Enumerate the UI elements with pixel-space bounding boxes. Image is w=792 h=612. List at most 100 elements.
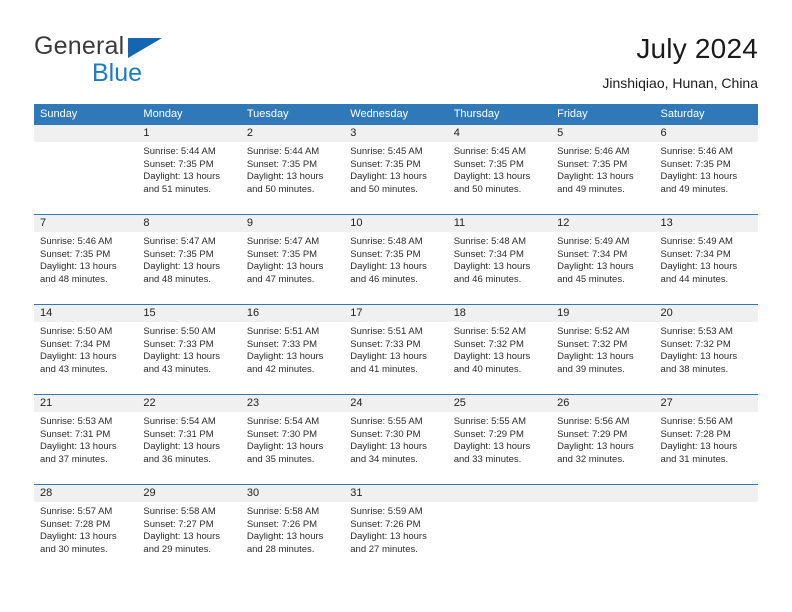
day-sun-info: Sunrise: 5:58 AM Sunset: 7:27 PM Daylight:…: [137, 502, 240, 556]
day-number: 15: [137, 305, 241, 322]
day-sun-info: Sunrise: 5:45 AM Sunset: 7:35 PM Daylight:…: [448, 142, 551, 196]
calendar-day-cell[interactable]: 31 Sunrise: 5:59 AM Sunset: 7:26 PM Dayligh…: [344, 485, 448, 574]
daylight-duration-line1: Daylight: 13 hours: [143, 531, 220, 543]
day-number: [654, 485, 758, 502]
daylight-duration-line2: and 40 minutes.: [453, 363, 522, 375]
title-block: July 2024 Jinshiqiao, Hunan, China: [602, 32, 758, 94]
calendar-day-cell[interactable]: 28 Sunrise: 5:57 AM Sunset: 7:28 PM Dayligh…: [34, 485, 138, 574]
calendar-week-row: 1 Sunrise: 5:44 AM Sunset: 7:35 PM Daylight…: [34, 125, 758, 214]
day-number: 2: [240, 125, 345, 142]
day-sun-info: Sunrise: 5:47 AM Sunset: 7:35 PM Daylight:…: [137, 232, 240, 286]
calendar-day-cell[interactable]: 26 Sunrise: 5:56 AM Sunset: 7:29 PM Dayligh…: [551, 395, 655, 484]
day-sun-info: Sunrise: 5:59 AM Sunset: 7:26 PM Daylight:…: [344, 502, 447, 556]
day-number: 29: [137, 485, 241, 502]
calendar-day-cell[interactable]: 24 Sunrise: 5:55 AM Sunset: 7:30 PM Dayligh…: [344, 395, 448, 484]
calendar-day-cell[interactable]: 23 Sunrise: 5:54 AM Sunset: 7:30 PM Dayligh…: [240, 395, 345, 484]
day-number: 6: [654, 125, 758, 142]
calendar-day-cell[interactable]: 15 Sunrise: 5:50 AM Sunset: 7:33 PM Dayligh…: [137, 305, 241, 394]
calendar-day-cell[interactable]: 29 Sunrise: 5:58 AM Sunset: 7:27 PM Dayligh…: [137, 485, 241, 574]
sunset-time: Sunset: 7:31 PM: [143, 428, 214, 440]
calendar-day-cell[interactable]: 7 Sunrise: 5:46 AM Sunset: 7:35 PM Daylight…: [34, 215, 138, 304]
calendar-day-cell[interactable]: 20 Sunrise: 5:53 AM Sunset: 7:32 PM Dayligh…: [654, 305, 758, 394]
calendar-day-cell[interactable]: 16 Sunrise: 5:51 AM Sunset: 7:33 PM Dayligh…: [240, 305, 345, 394]
sunrise-time: Sunrise: 5:46 AM: [40, 236, 113, 247]
sunrise-time: Sunrise: 5:49 AM: [660, 236, 733, 247]
calendar-day-cell[interactable]: 14 Sunrise: 5:50 AM Sunset: 7:34 PM Dayligh…: [34, 305, 138, 394]
calendar-day-cell[interactable]: 21 Sunrise: 5:53 AM Sunset: 7:31 PM Dayligh…: [34, 395, 138, 484]
calendar-day-cell[interactable]: 9 Sunrise: 5:47 AM Sunset: 7:35 PM Daylight…: [240, 215, 345, 304]
daylight-duration-line1: Daylight: 13 hours: [350, 261, 427, 273]
calendar-day-cell[interactable]: 27 Sunrise: 5:56 AM Sunset: 7:28 PM Dayligh…: [654, 395, 758, 484]
sunset-time: Sunset: 7:29 PM: [557, 428, 628, 440]
day-number: 17: [344, 305, 448, 322]
daylight-duration-line1: Daylight: 13 hours: [246, 171, 324, 183]
daylight-duration-line1: Daylight: 13 hours: [246, 261, 324, 273]
calendar-day-cell[interactable]: 2 Sunrise: 5:44 AM Sunset: 7:35 PM Daylight…: [240, 125, 345, 214]
day-sun-info: Sunrise: 5:54 AM Sunset: 7:31 PM Daylight:…: [137, 412, 240, 466]
sunrise-time: Sunrise: 5:51 AM: [246, 326, 320, 337]
calendar-day-cell[interactable]: 13 Sunrise: 5:49 AM Sunset: 7:34 PM Dayligh…: [654, 215, 758, 304]
day-sun-info: Sunrise: 5:51 AM Sunset: 7:33 PM Daylight:…: [241, 322, 344, 376]
weekday-header-thursday: Thursday: [453, 108, 500, 120]
sunset-time: Sunset: 7:35 PM: [350, 248, 421, 260]
day-number: 31: [344, 485, 448, 502]
daylight-duration-line1: Daylight: 13 hours: [557, 351, 634, 363]
sunset-time: Sunset: 7:34 PM: [557, 248, 628, 260]
calendar-day-cell[interactable]: 3 Sunrise: 5:45 AM Sunset: 7:35 PM Daylight…: [344, 125, 448, 214]
sunrise-time: Sunrise: 5:50 AM: [40, 326, 113, 337]
calendar-day-cell[interactable]: 12 Sunrise: 5:49 AM Sunset: 7:34 PM Dayligh…: [551, 215, 655, 304]
sunrise-time: Sunrise: 5:55 AM: [453, 416, 527, 427]
sunset-time: Sunset: 7:35 PM: [246, 158, 318, 170]
calendar-day-cell[interactable]: 6 Sunrise: 5:46 AM Sunset: 7:35 PM Daylight…: [654, 125, 758, 214]
day-number: 8: [137, 215, 241, 232]
day-sun-info: Sunrise: 5:47 AM Sunset: 7:35 PM Daylight:…: [241, 232, 344, 286]
sunset-time: Sunset: 7:30 PM: [350, 428, 421, 440]
calendar-day-cell[interactable]: 19 Sunrise: 5:52 AM Sunset: 7:32 PM Dayligh…: [551, 305, 655, 394]
general-blue-logo[interactable]: General Blue: [34, 32, 264, 90]
sunset-time: Sunset: 7:33 PM: [143, 338, 214, 350]
sunrise-time: Sunrise: 5:44 AM: [246, 146, 320, 157]
sunrise-time: Sunrise: 5:45 AM: [453, 146, 527, 157]
page-header: General Blue July 2024 Jinshiqiao, Hunan…: [34, 32, 758, 94]
sunset-time: Sunset: 7:32 PM: [660, 338, 731, 350]
calendar-day-cell[interactable]: 22 Sunrise: 5:54 AM Sunset: 7:31 PM Dayligh…: [137, 395, 241, 484]
daylight-duration-line2: and 43 minutes.: [143, 363, 212, 375]
sunrise-time: Sunrise: 5:46 AM: [660, 146, 733, 157]
sunrise-time: Sunrise: 5:56 AM: [660, 416, 733, 427]
sunset-time: Sunset: 7:28 PM: [660, 428, 731, 440]
calendar-week-row: 21 Sunrise: 5:53 AM Sunset: 7:31 PM Dayligh…: [34, 394, 758, 484]
day-sun-info: Sunrise: 5:49 AM Sunset: 7:34 PM Daylight:…: [655, 232, 758, 286]
day-sun-info: Sunrise: 5:58 AM Sunset: 7:26 PM Daylight:…: [241, 502, 344, 556]
calendar-day-cell[interactable]: 5 Sunrise: 5:46 AM Sunset: 7:35 PM Daylight…: [551, 125, 655, 214]
sunset-time: Sunset: 7:35 PM: [557, 158, 628, 170]
calendar-day-cell[interactable]: 10 Sunrise: 5:48 AM Sunset: 7:35 PM Dayligh…: [344, 215, 448, 304]
calendar-weeks: 1 Sunrise: 5:44 AM Sunset: 7:35 PM Daylight…: [34, 125, 758, 574]
calendar-day-cell[interactable]: 8 Sunrise: 5:47 AM Sunset: 7:35 PM Daylight…: [137, 215, 241, 304]
sunset-time: Sunset: 7:35 PM: [143, 248, 214, 260]
daylight-duration-line1: Daylight: 13 hours: [660, 441, 738, 453]
weekday-header-sunday: Sunday: [40, 108, 78, 120]
calendar-day-cell[interactable]: 11 Sunrise: 5:48 AM Sunset: 7:34 PM Dayligh…: [447, 215, 552, 304]
calendar-day-cell[interactable]: 1 Sunrise: 5:44 AM Sunset: 7:35 PM Daylight…: [137, 125, 241, 214]
calendar-day-cell[interactable]: 4 Sunrise: 5:45 AM Sunset: 7:35 PM Daylight…: [447, 125, 552, 214]
sunrise-time: Sunrise: 5:59 AM: [350, 506, 423, 517]
calendar-day-cell[interactable]: 30 Sunrise: 5:58 AM Sunset: 7:26 PM Dayligh…: [240, 485, 345, 574]
daylight-duration-line2: and 49 minutes.: [660, 183, 729, 195]
day-number: 25: [447, 395, 552, 412]
sunrise-time: Sunrise: 5:54 AM: [246, 416, 320, 427]
daylight-duration-line2: and 50 minutes.: [350, 183, 418, 195]
daylight-duration-line2: and 46 minutes.: [350, 273, 418, 285]
calendar-day-cell[interactable]: 18 Sunrise: 5:52 AM Sunset: 7:32 PM Dayligh…: [447, 305, 552, 394]
daylight-duration-line2: and 50 minutes.: [246, 183, 315, 195]
daylight-duration-line1: Daylight: 13 hours: [557, 171, 634, 183]
daylight-duration-line2: and 49 minutes.: [557, 183, 625, 195]
sunrise-time: Sunrise: 5:53 AM: [40, 416, 113, 427]
daylight-duration-line1: Daylight: 13 hours: [557, 261, 634, 273]
daylight-duration-line2: and 32 minutes.: [557, 453, 625, 465]
calendar-day-cell[interactable]: 17 Sunrise: 5:51 AM Sunset: 7:33 PM Dayligh…: [344, 305, 448, 394]
daylight-duration-line1: Daylight: 13 hours: [350, 351, 427, 363]
sunset-time: Sunset: 7:33 PM: [246, 338, 318, 350]
calendar-day-cell[interactable]: 25 Sunrise: 5:55 AM Sunset: 7:29 PM Dayligh…: [447, 395, 552, 484]
day-number: 18: [447, 305, 552, 322]
sunset-time: Sunset: 7:34 PM: [40, 338, 111, 350]
